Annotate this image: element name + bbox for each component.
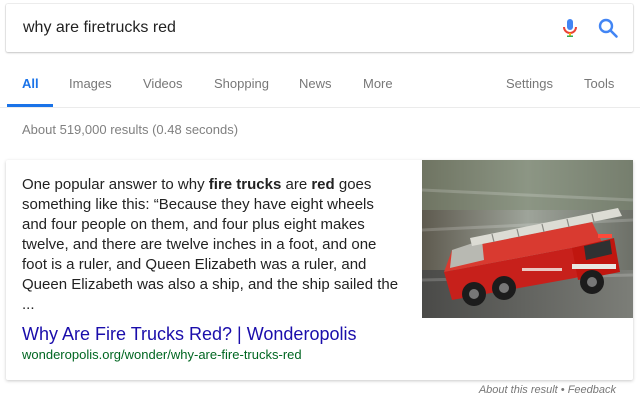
snippet-bold-term: red: [311, 176, 335, 193]
tab-all[interactable]: All: [22, 76, 39, 91]
tab-videos[interactable]: Videos: [143, 76, 183, 91]
fire-truck-image[interactable]: [422, 160, 633, 318]
snippet-bold-term: fire trucks: [208, 176, 282, 193]
tab-shopping[interactable]: Shopping: [214, 76, 269, 91]
snippet-segment: One popular answer to why: [22, 176, 209, 193]
featured-snippet-card: One popular answer to why fire trucks ar…: [6, 160, 633, 380]
microphone-icon[interactable]: [558, 16, 582, 40]
search-input[interactable]: [23, 13, 523, 43]
snippet-text: One popular answer to why fire trucks ar…: [22, 175, 400, 315]
result-footer: About this result • Feedback: [479, 384, 616, 396]
search-tabs: All Images Videos Shopping News More Set…: [0, 62, 640, 108]
results-stats: About 519,000 results (0.48 seconds): [22, 122, 239, 137]
fire-truck-illustration: [422, 160, 633, 318]
snippet-segment: are: [281, 176, 312, 193]
tab-news[interactable]: News: [299, 76, 332, 91]
tab-more[interactable]: More: [363, 76, 393, 91]
tab-settings[interactable]: Settings: [506, 76, 553, 91]
search-bar: [6, 4, 633, 52]
about-this-result-link[interactable]: About this result: [479, 384, 558, 396]
active-tab-indicator: [7, 104, 53, 107]
feedback-link[interactable]: Feedback: [568, 384, 616, 396]
search-icon[interactable]: [596, 16, 620, 40]
snippet-segment: goes something like this: “Because they …: [22, 176, 399, 313]
footer-separator: •: [557, 384, 568, 396]
result-title-link[interactable]: Why Are Fire Trucks Red? | Wonderopolis: [22, 324, 356, 345]
tab-tools[interactable]: Tools: [584, 76, 614, 91]
tab-images[interactable]: Images: [69, 76, 112, 91]
result-url: wonderopolis.org/wonder/why-are-fire-tru…: [22, 347, 302, 362]
